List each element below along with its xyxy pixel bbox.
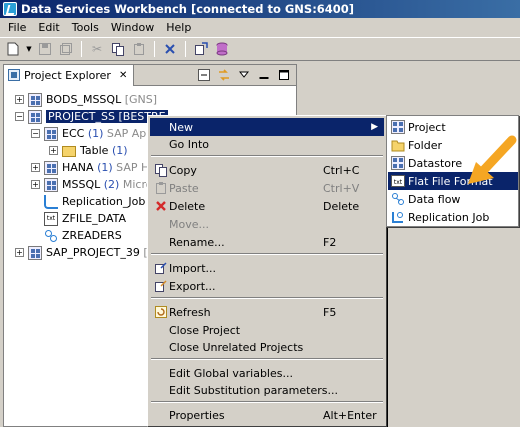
job-icon xyxy=(44,194,58,209)
expand-icon[interactable]: + xyxy=(49,146,58,155)
toolbar-separator xyxy=(81,41,82,57)
datastore-icon xyxy=(44,177,58,192)
save-all-icon[interactable] xyxy=(57,40,75,58)
menu-item-new[interactable]: New ▶ xyxy=(150,118,384,136)
main-toolbar: ▼ ✂ xyxy=(0,37,520,61)
menu-item-paste[interactable]: Paste Ctrl+V xyxy=(150,179,384,197)
menu-item-delete[interactable]: Delete Delete xyxy=(150,197,384,215)
new-file-icon[interactable] xyxy=(4,40,22,58)
copy-icon xyxy=(154,163,168,177)
collapse-icon[interactable]: − xyxy=(15,112,24,121)
datastore-icon xyxy=(28,109,42,124)
import-icon xyxy=(154,261,168,275)
panel-tools xyxy=(196,67,292,83)
app-icon xyxy=(3,2,17,16)
datastore-icon xyxy=(28,92,42,107)
expand-icon[interactable]: + xyxy=(15,95,24,104)
menu-separator xyxy=(151,155,383,157)
paste-icon[interactable] xyxy=(130,40,148,58)
tree-item[interactable]: ZREADERS xyxy=(44,227,122,244)
window-title: Data Services Workbench [connected to GN… xyxy=(21,2,355,16)
menu-item-copy[interactable]: Copy Ctrl+C xyxy=(150,161,384,179)
menu-help[interactable]: Help xyxy=(160,21,197,34)
refresh-icon xyxy=(154,305,168,319)
panel-header: Project Explorer ✕ xyxy=(4,64,296,86)
menu-separator xyxy=(151,297,383,299)
tree-item[interactable]: Replication_Job xyxy=(44,193,145,210)
project-explorer-tab[interactable]: Project Explorer ✕ xyxy=(4,64,135,86)
expand-icon[interactable]: + xyxy=(15,248,24,257)
minimize-icon[interactable] xyxy=(256,67,272,83)
menu-item-edit-global-variables[interactable]: Edit Global variables... xyxy=(150,364,384,382)
dataflow-icon xyxy=(391,192,405,206)
datastore-icon xyxy=(28,245,42,260)
tree-item[interactable]: + Table (1) xyxy=(49,142,128,159)
folder-icon xyxy=(62,146,76,157)
copy-icon[interactable] xyxy=(109,40,127,58)
cut-icon[interactable]: ✂ xyxy=(88,40,106,58)
collapse-icon[interactable]: − xyxy=(31,129,40,138)
tree-item[interactable]: + SAP_PROJECT_39 [ xyxy=(15,244,148,261)
tree-item[interactable]: + MSSQL (2) Micro xyxy=(31,176,152,193)
database-icon[interactable] xyxy=(213,40,231,58)
chevron-down-icon[interactable]: ▼ xyxy=(25,40,33,58)
menu-separator xyxy=(151,253,383,255)
tree-item[interactable]: txt ZFILE_DATA xyxy=(44,210,126,227)
dataflow-icon xyxy=(44,229,58,243)
datastore-icon xyxy=(44,126,58,141)
expand-icon[interactable]: + xyxy=(31,163,40,172)
delete-icon xyxy=(154,199,168,213)
folder-icon xyxy=(391,138,405,152)
submenu-item-replication-job[interactable]: Replication Job xyxy=(388,208,518,226)
menu-item-export[interactable]: Export... xyxy=(150,277,384,295)
menu-item-close-project[interactable]: Close Project xyxy=(150,321,384,339)
toolbar-separator xyxy=(185,41,186,57)
close-icon[interactable]: ✕ xyxy=(119,70,127,81)
tree-item[interactable]: + BODS_MSSQL [GNS] xyxy=(15,91,157,108)
menu-item-rename[interactable]: Rename... F2 xyxy=(150,233,384,251)
menu-item-edit-substitution-parameters[interactable]: Edit Substitution parameters... xyxy=(150,381,384,399)
menu-item-close-unrelated-projects[interactable]: Close Unrelated Projects xyxy=(150,338,384,356)
menu-item-move[interactable]: Move... xyxy=(150,215,384,233)
menu-separator xyxy=(151,358,383,360)
datastore-icon xyxy=(391,156,405,170)
annotation-arrow-icon xyxy=(468,135,517,184)
expand-icon[interactable]: + xyxy=(31,180,40,189)
datastore-icon xyxy=(44,160,58,175)
view-menu-icon[interactable] xyxy=(236,67,252,83)
project-icon xyxy=(391,120,405,134)
tree-item[interactable]: − ECC (1) SAP App xyxy=(31,125,153,142)
project-explorer-icon xyxy=(8,69,20,81)
tree-item[interactable]: + HANA (1) SAP H xyxy=(31,159,149,176)
collapse-all-icon[interactable] xyxy=(196,67,212,83)
tree-item[interactable]: − PROJECT_SS [BESTRE xyxy=(15,108,168,125)
text-file-icon: txt xyxy=(391,174,405,188)
context-menu: New ▶ Go Into Copy Ctrl+C Paste Ctrl+V D… xyxy=(147,115,387,427)
menu-item-properties[interactable]: Properties Alt+Enter xyxy=(150,406,384,424)
export-icon xyxy=(154,279,168,293)
delete-icon[interactable] xyxy=(161,40,179,58)
import-icon[interactable] xyxy=(192,40,210,58)
menu-item-go-into[interactable]: Go Into xyxy=(150,135,384,153)
paste-icon xyxy=(154,181,168,195)
menu-separator xyxy=(151,401,383,403)
svg-text:txt: txt xyxy=(394,179,403,186)
menu-window[interactable]: Window xyxy=(105,21,160,34)
menu-bar: File Edit Tools Window Help xyxy=(0,18,520,37)
job-icon xyxy=(391,210,405,224)
menu-item-import[interactable]: Import... xyxy=(150,259,384,277)
toolbar-separator xyxy=(154,41,155,57)
save-icon[interactable] xyxy=(36,40,54,58)
project-explorer-tab-label: Project Explorer xyxy=(24,68,111,82)
chevron-right-icon: ▶ xyxy=(371,122,378,132)
menu-edit[interactable]: Edit xyxy=(32,21,65,34)
text-file-icon: txt xyxy=(44,211,58,226)
link-editor-icon[interactable] xyxy=(216,67,232,83)
maximize-icon[interactable] xyxy=(276,67,292,83)
title-bar: Data Services Workbench [connected to GN… xyxy=(0,0,520,18)
menu-item-refresh[interactable]: Refresh F5 xyxy=(150,303,384,321)
menu-tools[interactable]: Tools xyxy=(66,21,105,34)
menu-file[interactable]: File xyxy=(2,21,32,34)
